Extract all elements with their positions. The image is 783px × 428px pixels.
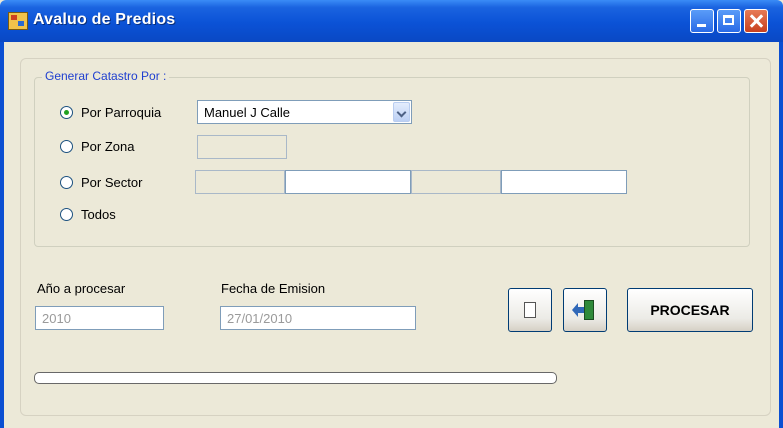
- radio-button-icon[interactable]: [60, 106, 73, 119]
- year-input[interactable]: 2010: [35, 306, 164, 330]
- maximize-button[interactable]: [717, 9, 741, 33]
- radio-button-icon[interactable]: [60, 140, 73, 153]
- fecha-input[interactable]: 27/01/2010: [220, 306, 416, 330]
- parroquia-select[interactable]: Manuel J Calle: [197, 100, 412, 124]
- radio-todos[interactable]: Todos: [60, 207, 116, 222]
- radio-label: Todos: [81, 207, 116, 222]
- app-icon: [8, 12, 28, 30]
- radio-por-parroquia[interactable]: Por Parroquia: [60, 105, 161, 120]
- main-window: Avaluo de Predios Generar Catastro Por :…: [0, 0, 783, 428]
- radio-button-icon[interactable]: [60, 208, 73, 221]
- window-border-right: [779, 42, 783, 428]
- window-border-left: [0, 42, 4, 428]
- paste-button[interactable]: [508, 288, 552, 332]
- radio-label: Por Parroquia: [81, 105, 162, 120]
- radio-label: Por Zona: [81, 139, 135, 154]
- sector-field-2[interactable]: [285, 170, 411, 194]
- exit-button[interactable]: [563, 288, 607, 332]
- parroquia-selected-value: Manuel J Calle: [204, 105, 290, 120]
- sector-field-4[interactable]: [501, 170, 627, 194]
- sector-field-1[interactable]: [195, 170, 285, 194]
- year-label: Año a procesar: [37, 281, 126, 296]
- radio-button-icon[interactable]: [60, 176, 73, 189]
- progress-bar: [34, 372, 557, 384]
- close-button[interactable]: [744, 9, 768, 33]
- window-title: Avaluo de Predios: [33, 11, 176, 28]
- paste-icon: [520, 300, 536, 318]
- radio-por-zona[interactable]: Por Zona: [60, 139, 134, 154]
- fecha-label: Fecha de Emision: [221, 281, 326, 296]
- procesar-button[interactable]: PROCESAR: [627, 288, 753, 332]
- radio-por-sector[interactable]: Por Sector: [60, 175, 142, 190]
- chevron-down-icon[interactable]: [393, 102, 410, 122]
- minimize-button[interactable]: [690, 9, 714, 33]
- sector-field-3[interactable]: [411, 170, 501, 194]
- exit-door-icon: [572, 300, 595, 320]
- radio-label: Por Sector: [81, 175, 143, 190]
- zona-field[interactable]: [197, 135, 287, 159]
- title-bar[interactable]: Avaluo de Predios: [0, 0, 783, 42]
- groupbox-legend: Generar Catastro Por :: [42, 69, 170, 83]
